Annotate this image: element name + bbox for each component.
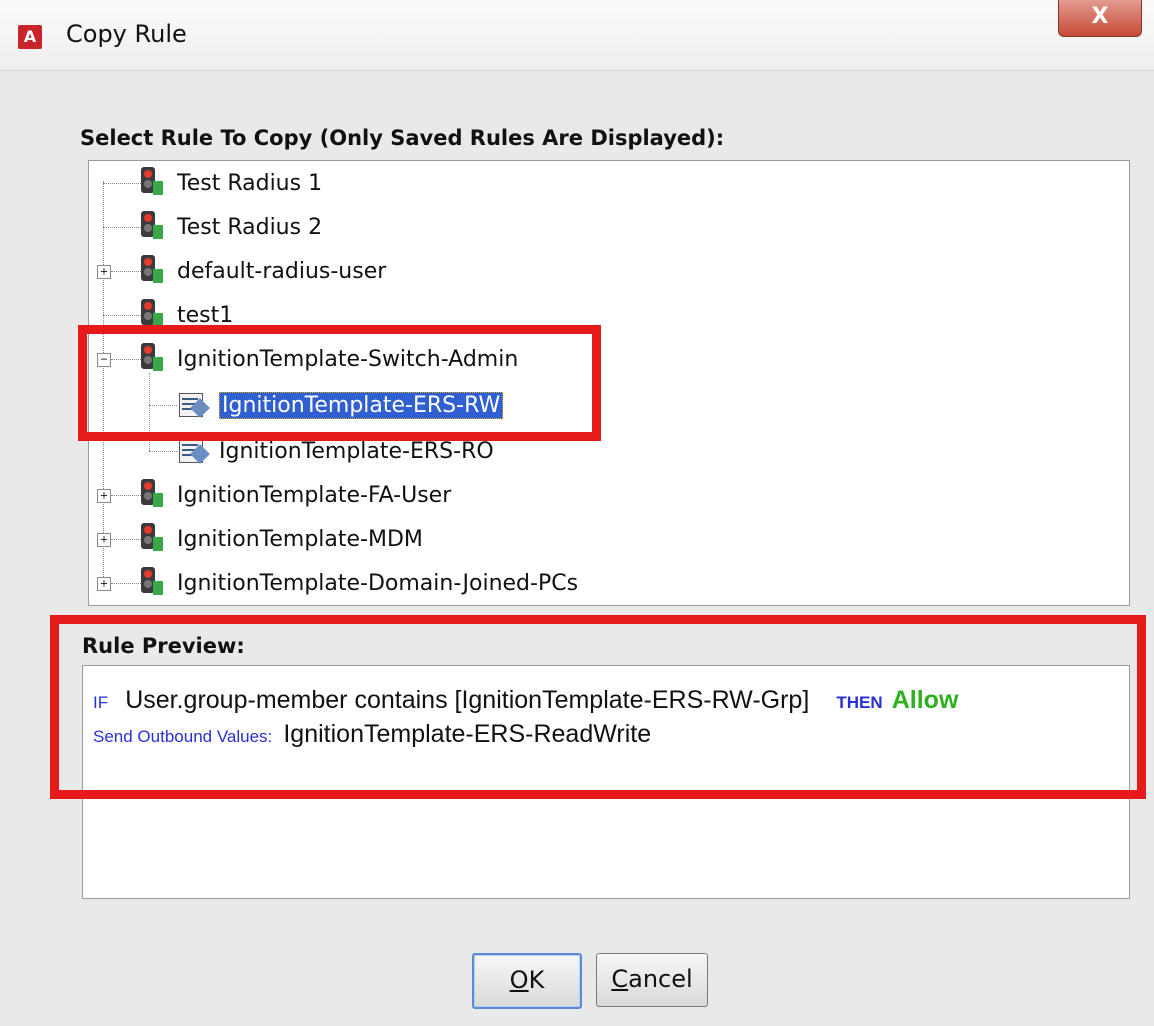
cancel-button[interactable]: Cancel [596, 953, 708, 1007]
app-logo-icon: A [18, 25, 42, 49]
tree-item-test-radius-2[interactable]: Test Radius 2 [177, 207, 322, 247]
tree-item-label: IgnitionTemplate-Domain-Joined-PCs [177, 570, 579, 596]
tree-item-mdm[interactable]: IgnitionTemplate-MDM [177, 519, 423, 559]
copy-rule-dialog: A Copy Rule X Select Rule To Copy (Only … [0, 0, 1154, 1026]
expand-icon[interactable]: + [97, 577, 111, 591]
expand-icon[interactable]: + [97, 489, 111, 503]
expand-icon[interactable]: + [97, 533, 111, 547]
tree-item-default-radius-user[interactable]: default-radius-user [177, 251, 386, 291]
annotation-box-preview [50, 615, 1146, 799]
tree-item-label: IgnitionTemplate-ERS-RO [219, 438, 494, 464]
dialog-title: Copy Rule [66, 20, 187, 48]
ok-button[interactable]: OK [472, 953, 582, 1009]
rule-icon [137, 523, 163, 553]
rule-icon [137, 211, 163, 241]
tree-item-label: IgnitionTemplate-FA-User [177, 482, 452, 508]
tree-item-fa-user[interactable]: IgnitionTemplate-FA-User [177, 475, 451, 515]
tree-item-label: IgnitionTemplate-MDM [177, 526, 423, 552]
annotation-box-tree [78, 325, 601, 441]
rule-icon [137, 567, 163, 597]
tree-connector [149, 451, 177, 452]
title-bar: A Copy Rule X [0, 0, 1154, 71]
tree-section-label: Select Rule To Copy (Only Saved Rules Ar… [80, 126, 725, 150]
close-button[interactable]: X [1058, 0, 1142, 37]
tree-item-label: default-radius-user [177, 258, 387, 284]
expand-icon[interactable]: + [97, 265, 111, 279]
tree-item-domain-joined-pcs[interactable]: IgnitionTemplate-Domain-Joined-PCs [177, 563, 578, 603]
tree-item-label: test1 [177, 302, 234, 328]
rule-icon [137, 167, 163, 197]
tree-item-test-radius-1[interactable]: Test Radius 1 [177, 163, 322, 203]
rule-icon [137, 479, 163, 509]
rule-icon [137, 255, 163, 285]
tree-item-label: Test Radius 2 [177, 214, 323, 240]
tree-item-label: Test Radius 1 [177, 170, 323, 196]
